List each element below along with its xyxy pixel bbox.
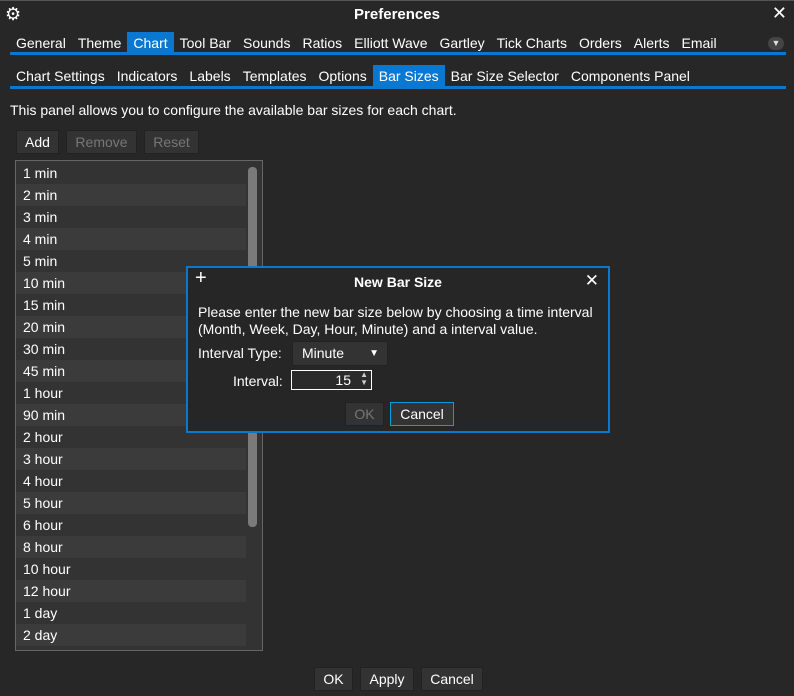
list-item[interactable]: 1 min <box>16 162 246 184</box>
subtab-bar-size-selector[interactable]: Bar Size Selector <box>445 65 565 87</box>
tab-general[interactable]: General <box>10 32 72 54</box>
list-item[interactable]: 3 min <box>16 206 246 228</box>
list-item[interactable]: 3 hour <box>16 448 246 470</box>
tab-chart[interactable]: Chart <box>127 32 174 54</box>
main-tabs: General Theme Chart Tool Bar Sounds Ratios Ell… <box>10 32 723 54</box>
dialog-title: New Bar Size <box>354 274 442 290</box>
subtab-options[interactable]: Options <box>313 65 373 87</box>
tab-tick-charts[interactable]: Tick Charts <box>491 32 573 54</box>
tab-tool-bar[interactable]: Tool Bar <box>174 32 237 54</box>
list-item[interactable]: 10 hour <box>16 558 246 580</box>
subtab-chart-settings[interactable]: Chart Settings <box>10 65 111 87</box>
subtab-indicators[interactable]: Indicators <box>111 65 184 87</box>
tab-sounds[interactable]: Sounds <box>237 32 296 54</box>
ok-button[interactable]: OK <box>314 667 353 691</box>
dialog-ok-button[interactable]: OK <box>345 402 384 426</box>
remove-button[interactable]: Remove <box>66 130 137 154</box>
list-item[interactable]: 2 day <box>16 624 246 646</box>
dialog-cancel-button[interactable]: Cancel <box>390 402 454 426</box>
tab-email[interactable]: Email <box>676 32 723 54</box>
window-title: Preferences <box>354 6 440 23</box>
subtab-templates[interactable]: Templates <box>237 65 313 87</box>
list-item[interactable]: 2 min <box>16 184 246 206</box>
close-icon[interactable]: ✕ <box>772 3 787 24</box>
tab-ratios[interactable]: Ratios <box>296 32 348 54</box>
interval-value: 15 <box>335 372 351 388</box>
tab-theme[interactable]: Theme <box>72 32 128 54</box>
subtab-bar-sizes[interactable]: Bar Sizes <box>372 65 445 87</box>
tab-orders[interactable]: Orders <box>573 32 628 54</box>
interval-spinner[interactable]: 15 ▲ ▼ <box>291 370 372 390</box>
tab-elliott-wave[interactable]: Elliott Wave <box>348 32 433 54</box>
add-button[interactable]: Add <box>16 130 59 154</box>
tab-gartley[interactable]: Gartley <box>434 32 491 54</box>
tab-alerts[interactable]: Alerts <box>628 32 676 54</box>
list-item[interactable]: 6 hour <box>16 514 246 536</box>
reset-button[interactable]: Reset <box>144 130 199 154</box>
list-item[interactable]: 5 hour <box>16 492 246 514</box>
dialog-close-icon[interactable]: ✕ <box>585 271 599 291</box>
subtab-underline <box>10 86 786 89</box>
chevron-down-icon: ▼ <box>369 348 379 359</box>
interval-type-label: Interval Type: <box>198 345 282 361</box>
cancel-button[interactable]: Cancel <box>421 667 483 691</box>
more-tabs-chevron-icon[interactable]: ▼ <box>768 37 784 50</box>
list-item[interactable]: 1 day <box>16 602 246 624</box>
interval-type-value: Minute <box>302 345 345 361</box>
tab-underline <box>10 52 786 55</box>
list-item[interactable]: 8 hour <box>16 536 246 558</box>
sub-tabs: Chart Settings Indicators Labels Templates O… <box>10 65 696 87</box>
new-bar-size-dialog: + New Bar Size ✕ Please enter the new ba… <box>186 266 610 433</box>
subtab-labels[interactable]: Labels <box>183 65 236 87</box>
list-item[interactable]: 4 hour <box>16 470 246 492</box>
interval-label: Interval: <box>233 373 283 389</box>
panel-description: This panel allows you to configure the a… <box>10 102 457 118</box>
dialog-message: Please enter the new bar size below by c… <box>198 304 593 337</box>
apply-button[interactable]: Apply <box>360 667 414 691</box>
subtab-components-panel[interactable]: Components Panel <box>565 65 696 87</box>
list-item[interactable]: 12 hour <box>16 580 246 602</box>
list-item[interactable]: 4 min <box>16 228 246 250</box>
title-bar: ⚙ Preferences ✕ <box>0 0 794 28</box>
spinner-arrows-icon[interactable]: ▲ ▼ <box>360 371 368 387</box>
interval-type-select[interactable]: Minute ▼ <box>292 341 388 366</box>
